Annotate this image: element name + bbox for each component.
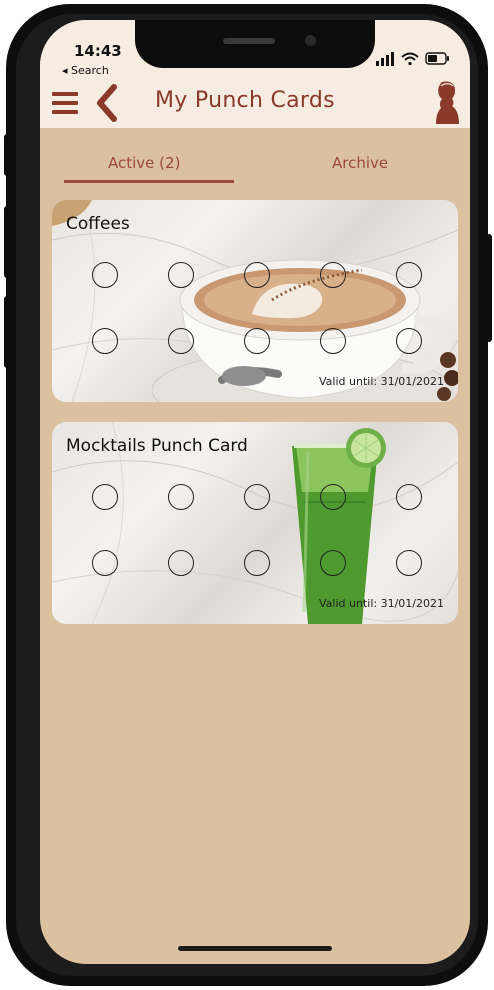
punch-slot-7 (168, 550, 194, 576)
punch-slot-4 (320, 484, 346, 510)
active-tab-indicator (64, 180, 234, 183)
punch-slot-10 (396, 550, 422, 576)
status-icons (376, 52, 449, 66)
phone-notch (135, 20, 375, 68)
punch-slot-6 (92, 328, 118, 354)
punch-slot-9 (320, 550, 346, 576)
power-button (486, 234, 492, 342)
speaker-grille (223, 38, 275, 44)
home-indicator[interactable] (178, 946, 332, 951)
tab-bar: Active (2) Archive (40, 128, 470, 188)
punch-slot-10 (396, 328, 422, 354)
signal-icon (376, 52, 394, 66)
battery-icon (425, 52, 449, 65)
card-title: Coffees (66, 214, 130, 234)
card-title: Mocktails Punch Card (66, 436, 248, 456)
punch-slot-4 (320, 262, 346, 288)
chevron-left-icon[interactable] (92, 84, 120, 122)
app-screen: 14:43 ◂ Search My Punch Cards Active (2)… (40, 20, 470, 964)
punch-slot-7 (168, 328, 194, 354)
punch-slot-6 (92, 550, 118, 576)
volume-down-button (4, 296, 10, 368)
punch-slot-2 (168, 484, 194, 510)
profile-silhouette-icon[interactable] (432, 80, 460, 124)
status-back-search[interactable]: ◂ Search (62, 64, 109, 77)
punch-slot-8 (244, 328, 270, 354)
hamburger-icon[interactable] (52, 92, 78, 114)
punch-slot-5 (396, 262, 422, 288)
punch-slot-3 (244, 484, 270, 510)
punch-slot-8 (244, 550, 270, 576)
tab-archive[interactable]: Archive (332, 154, 388, 172)
status-time: 14:43 (74, 42, 122, 60)
punch-slot-1 (92, 484, 118, 510)
tab-active[interactable]: Active (2) (108, 154, 180, 172)
card-valid-until: Valid until: 31/01/2021 (319, 375, 444, 388)
punch-card-coffees[interactable]: Coffees Valid until: 31/01/2021 (52, 200, 458, 402)
punch-slot-5 (396, 484, 422, 510)
front-camera (305, 35, 316, 46)
volume-up-button (4, 206, 10, 278)
page-title: My Punch Cards (155, 88, 335, 113)
green-juice-photo (292, 428, 386, 624)
card-valid-until: Valid until: 31/01/2021 (319, 597, 444, 610)
punch-slot-1 (92, 262, 118, 288)
punch-slot-9 (320, 328, 346, 354)
wifi-icon (401, 52, 419, 66)
punch-slot-3 (244, 262, 270, 288)
mute-switch (4, 134, 10, 176)
punch-card-mocktails[interactable]: Mocktails Punch Card Valid until: 31/01/… (52, 422, 458, 624)
punch-slot-2 (168, 262, 194, 288)
